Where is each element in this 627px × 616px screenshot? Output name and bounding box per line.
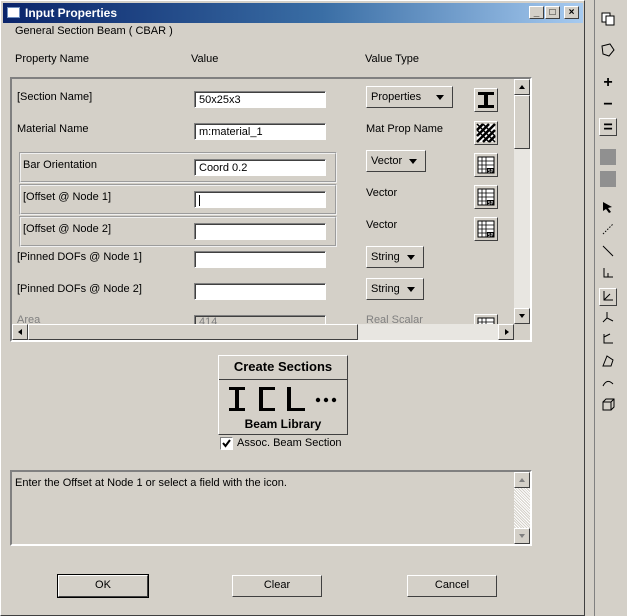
- chevron-down-icon: [407, 255, 415, 260]
- dropdown-label: Properties: [371, 91, 422, 103]
- chevron-down-icon: [407, 287, 415, 292]
- svg-text:SP: SP: [488, 201, 494, 207]
- equals-icon[interactable]: =: [599, 118, 617, 136]
- material-name-input[interactable]: m:material_1: [194, 123, 326, 140]
- assoc-beam-section-label: Assoc. Beam Section: [237, 437, 342, 449]
- section-name-type-dropdown[interactable]: Properties: [366, 86, 453, 108]
- close-button[interactable]: ×: [564, 6, 579, 19]
- dialog-subtitle: General Section Beam ( CBAR ): [15, 25, 173, 37]
- bar-orientation-type-dropdown[interactable]: Vector: [366, 150, 426, 172]
- message-scrollbar[interactable]: [514, 472, 530, 544]
- offset-node1-type-label: Vector: [366, 187, 398, 199]
- column-header-value: Value: [191, 53, 219, 65]
- horizontal-scrollbar[interactable]: [12, 324, 514, 340]
- row-label-material-name: Material Name: [17, 123, 89, 135]
- scroll-up-button[interactable]: [514, 79, 530, 95]
- chevron-down-icon: [436, 95, 444, 100]
- pinned-node2-type-dropdown[interactable]: String: [366, 278, 424, 300]
- polygon-icon[interactable]: [599, 42, 617, 60]
- create-sections-title: Create Sections: [219, 356, 347, 380]
- bar-orientation-input[interactable]: Coord 0.2: [194, 159, 326, 176]
- minus-icon[interactable]: −: [599, 96, 617, 114]
- minimize-button[interactable]: _: [529, 6, 544, 19]
- beam-library-button[interactable]: Beam Library: [219, 380, 347, 434]
- pinned-node1-type-dropdown[interactable]: String: [366, 246, 424, 268]
- arrow-up-icon: [519, 478, 525, 482]
- cancel-button[interactable]: Cancel: [407, 575, 497, 597]
- svg-text:SP: SP: [488, 169, 494, 175]
- axis-icon[interactable]: [599, 266, 617, 284]
- copy-icon[interactable]: [599, 12, 617, 30]
- axis-node-icon[interactable]: [599, 332, 617, 350]
- beam-shapes-icon: [229, 387, 337, 411]
- message-area: Enter the Offset at Node 1 or select a f…: [10, 470, 532, 546]
- clear-button[interactable]: Clear: [232, 575, 322, 597]
- create-sections-panel[interactable]: Create Sections Beam Library: [218, 355, 348, 435]
- dotted-line-icon[interactable]: [599, 222, 617, 240]
- field-sp-icon[interactable]: SP: [474, 153, 498, 177]
- beam-library-label: Beam Library: [244, 417, 322, 431]
- arrow-left-icon: [18, 329, 22, 335]
- curve-icon[interactable]: [599, 376, 617, 394]
- dropdown-label: String: [371, 251, 400, 263]
- line-icon[interactable]: [599, 244, 617, 262]
- vertical-scroll-thumb[interactable]: [514, 95, 530, 149]
- axis-rotated-icon[interactable]: [599, 288, 617, 306]
- horizontal-scroll-thumb[interactable]: [28, 324, 358, 340]
- row-label-pinned-node1: [Pinned DOFs @ Node 1]: [17, 251, 142, 263]
- section-name-input[interactable]: 50x25x3: [194, 91, 326, 108]
- scroll-down-button[interactable]: [514, 308, 530, 324]
- message-scroll-up-button[interactable]: [514, 472, 530, 488]
- offset-node1-input[interactable]: [194, 191, 326, 208]
- ok-button[interactable]: OK: [57, 574, 149, 598]
- arrow-select-icon[interactable]: [599, 200, 617, 218]
- window-icon: [7, 7, 20, 18]
- arrow-down-icon: [519, 534, 525, 538]
- gray-square-icon[interactable]: [599, 148, 617, 166]
- row-label-offset-node1: [Offset @ Node 1]: [23, 191, 112, 203]
- row-label-bar-orientation: Bar Orientation: [23, 159, 97, 171]
- row-label-offset-node2: [Offset @ Node 2]: [23, 223, 112, 235]
- field-sp-icon[interactable]: SP: [474, 185, 498, 209]
- title-bar[interactable]: Input Properties _ □ ×: [3, 3, 583, 23]
- dropdown-label: String: [371, 283, 400, 295]
- box-icon[interactable]: [599, 398, 617, 416]
- gray-square-icon[interactable]: [599, 170, 617, 188]
- scroll-right-button[interactable]: [498, 324, 514, 340]
- row-label-section-name: [Section Name]: [17, 91, 93, 103]
- pinned-node2-input[interactable]: [194, 283, 326, 300]
- window-title: Input Properties: [25, 6, 118, 20]
- arrow-up-icon: [519, 85, 525, 89]
- assoc-beam-section-checkbox[interactable]: [220, 437, 233, 450]
- message-scroll-down-button[interactable]: [514, 528, 530, 544]
- material-pattern-icon[interactable]: [474, 121, 498, 145]
- message-text: Enter the Offset at Node 1 or select a f…: [15, 477, 287, 489]
- checkmark-icon: [222, 439, 231, 448]
- field-sp-icon[interactable]: SP: [474, 217, 498, 241]
- column-header-value-type: Value Type: [365, 53, 420, 65]
- property-grid: [Section Name] 50x25x3 Properties Materi…: [10, 77, 532, 342]
- scroll-left-button[interactable]: [12, 324, 28, 340]
- shape-icon[interactable]: [599, 354, 617, 372]
- arrow-right-icon: [505, 329, 509, 335]
- offset-node2-type-label: Vector: [366, 219, 398, 231]
- dropdown-label: Vector: [371, 155, 403, 167]
- offset-node2-input[interactable]: [194, 223, 326, 240]
- i-beam-icon[interactable]: [474, 88, 498, 112]
- pinned-node1-input[interactable]: [194, 251, 326, 268]
- plus-icon[interactable]: +: [599, 74, 617, 92]
- axis-3d-icon[interactable]: [599, 310, 617, 328]
- right-toolbar: + − =: [594, 0, 627, 616]
- text-cursor: [199, 194, 200, 206]
- vertical-scrollbar[interactable]: [514, 79, 530, 324]
- chevron-down-icon: [409, 159, 417, 164]
- column-header-property: Property Name: [15, 53, 89, 65]
- material-type-label: Mat Prop Name: [366, 123, 444, 135]
- arrow-down-icon: [519, 314, 525, 318]
- row-label-pinned-node2: [Pinned DOFs @ Node 2]: [17, 283, 142, 295]
- svg-text:SP: SP: [488, 233, 494, 239]
- maximize-button[interactable]: □: [545, 6, 560, 19]
